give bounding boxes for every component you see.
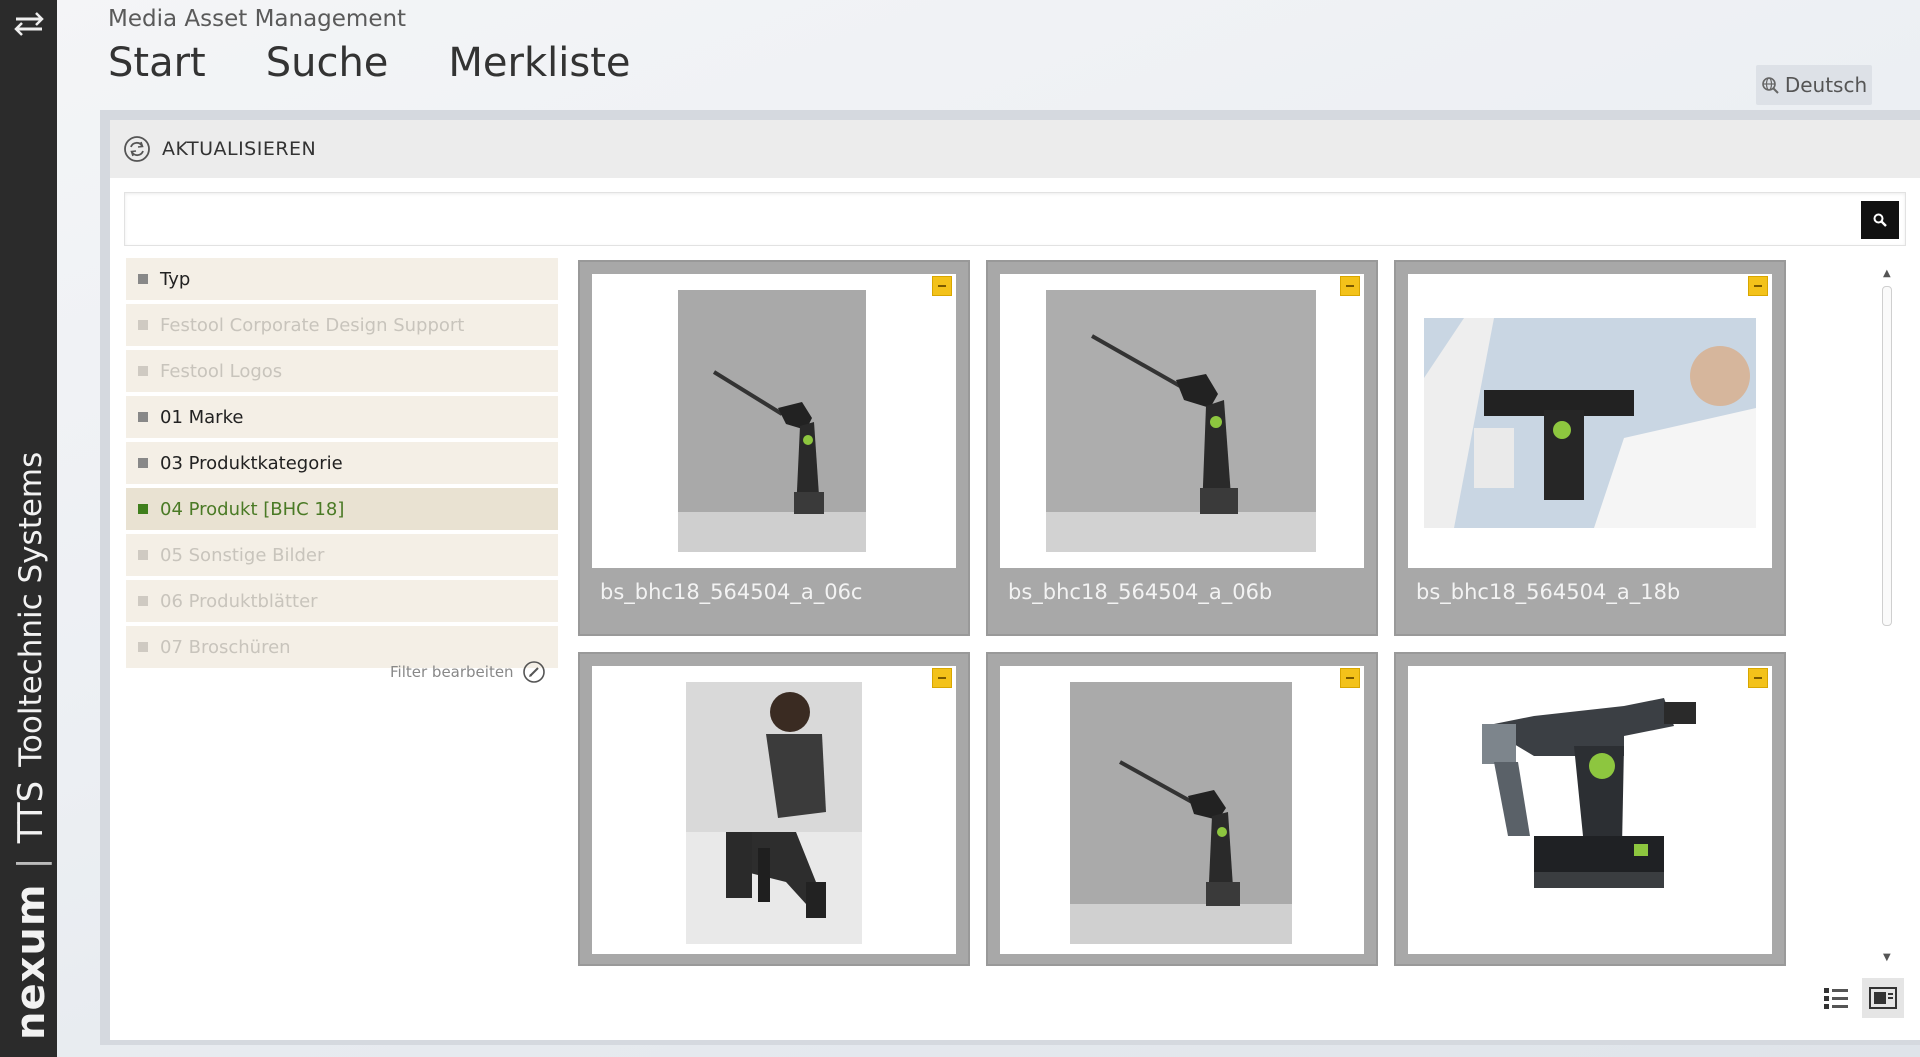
scroll-up-arrow-icon[interactable]: ▲ (1883, 268, 1891, 279)
asset-grid: bs_bhc18_564504_a_06c bs_bhc18_564504_a_… (578, 260, 1898, 970)
search-button[interactable] (1861, 201, 1899, 239)
collapse-arrows-icon[interactable] (12, 10, 46, 40)
brand-separator: | (10, 857, 52, 870)
filter-item-label: Festool Corporate Design Support (160, 314, 465, 336)
collection-badge-icon[interactable] (1340, 668, 1360, 688)
filter-bullet-icon (138, 504, 148, 514)
filter-item-label: 06 Produktblätter (160, 590, 318, 612)
asset-thumbnail[interactable] (1000, 274, 1364, 568)
asset-tile[interactable] (578, 652, 970, 966)
filter-bullet-icon (138, 596, 148, 606)
filter-edit-label: Filter bearbeiten (390, 663, 514, 681)
asset-name: bs_bhc18_564504_a_06c (600, 580, 863, 604)
drill-against-concrete-wall-image (678, 290, 866, 552)
panel-toolbar: AKTUALISIEREN (110, 120, 1920, 178)
refresh-button[interactable]: AKTUALISIEREN (162, 138, 316, 160)
nav-start[interactable]: Start (108, 40, 206, 86)
globe-icon (1762, 77, 1779, 94)
nexum-logo-text: nexum (8, 883, 54, 1040)
filter-list: Typ Festool Corporate Design Support Fes… (126, 258, 558, 672)
collection-badge-icon[interactable] (1748, 276, 1768, 296)
asset-thumbnail[interactable] (1000, 666, 1364, 954)
scrollbar-thumb[interactable] (1882, 286, 1892, 626)
main-panel: AKTUALISIEREN Typ Festool Corporate Desi… (110, 120, 1920, 1040)
asset-name: bs_bhc18_564504_a_18b (1416, 580, 1681, 604)
tts-text: TTS (11, 780, 51, 844)
drill-against-concrete-wall-image (1046, 290, 1316, 552)
asset-thumbnail[interactable] (1408, 274, 1772, 568)
filter-item-label: 04 Produkt [BHC 18] (160, 498, 345, 520)
collection-badge-icon[interactable] (932, 276, 952, 296)
filter-bullet-icon (138, 642, 148, 652)
filter-bullet-icon (138, 458, 148, 468)
search-icon (1873, 213, 1887, 227)
brand-text: nexum | TTS Tooltechnic Systems (8, 452, 54, 1040)
filter-item-produktkategorie[interactable]: 03 Produktkategorie (126, 442, 558, 484)
filter-item-produkt[interactable]: 04 Produkt [BHC 18] (126, 488, 558, 530)
drill-against-concrete-wall-image (1070, 682, 1292, 944)
filter-item-label: 03 Produktkategorie (160, 452, 343, 474)
filter-item-corporate-design[interactable]: Festool Corporate Design Support (126, 304, 558, 346)
asset-thumbnail[interactable] (592, 666, 956, 954)
filter-bullet-icon (138, 274, 148, 284)
asset-thumbnail[interactable] (1408, 666, 1772, 954)
filter-bullet-icon (138, 412, 148, 422)
filter-item-label: 07 Broschüren (160, 636, 291, 658)
filter-bullet-icon (138, 320, 148, 330)
filter-bullet-icon (138, 366, 148, 376)
asset-name: bs_bhc18_564504_a_06b (1008, 580, 1273, 604)
cordless-hammer-drill-product-image (1474, 686, 1706, 922)
edit-icon (522, 661, 545, 683)
nav-merkliste[interactable]: Merkliste (448, 40, 630, 86)
tile-view-button[interactable] (1862, 978, 1904, 1018)
asset-tile[interactable]: bs_bhc18_564504_a_18b (1394, 260, 1786, 636)
app-title: Media Asset Management (108, 6, 407, 32)
worker-kneeling-drilling-floor-image (686, 682, 862, 944)
worker-drilling-ceiling-image (1424, 318, 1756, 528)
collection-badge-icon[interactable] (1748, 668, 1768, 688)
filter-bullet-icon (138, 550, 148, 560)
company-tagline: Tooltechnic Systems (13, 451, 49, 767)
asset-tile[interactable]: bs_bhc18_564504_a_06c (578, 260, 970, 636)
search-input[interactable] (124, 192, 1906, 246)
collection-badge-icon[interactable] (1340, 276, 1360, 296)
asset-tile[interactable]: bs_bhc18_564504_a_06b (986, 260, 1378, 636)
filter-item-label: Festool Logos (160, 360, 283, 382)
filter-item-logos[interactable]: Festool Logos (126, 350, 558, 392)
language-button[interactable]: Deutsch (1756, 65, 1872, 105)
filter-item-typ[interactable]: Typ (126, 258, 558, 300)
asset-thumbnail[interactable] (592, 274, 956, 568)
filter-item-label: 01 Marke (160, 406, 244, 428)
main-nav: Start Suche Merkliste (108, 40, 631, 86)
list-view-icon[interactable] (1820, 982, 1852, 1014)
language-label: Deutsch (1784, 73, 1868, 97)
scroll-down-arrow-icon[interactable]: ▼ (1883, 952, 1891, 963)
asset-tile[interactable] (986, 652, 1378, 966)
filter-item-produktblaetter[interactable]: 06 Produktblätter (126, 580, 558, 622)
filter-edit-link[interactable]: Filter bearbeiten (390, 660, 546, 684)
filter-item-sonstige-bilder[interactable]: 05 Sonstige Bilder (126, 534, 558, 576)
collection-badge-icon[interactable] (932, 668, 952, 688)
asset-tile[interactable] (1394, 652, 1786, 966)
brand-sidebar: nexum | TTS Tooltechnic Systems (0, 0, 57, 1057)
filter-item-label: Typ (160, 268, 191, 290)
nav-suche[interactable]: Suche (266, 40, 389, 86)
tile-view-icon (1869, 987, 1897, 1009)
refresh-icon[interactable] (122, 134, 152, 164)
filter-item-label: 05 Sonstige Bilder (160, 544, 325, 566)
filter-item-marke[interactable]: 01 Marke (126, 396, 558, 438)
